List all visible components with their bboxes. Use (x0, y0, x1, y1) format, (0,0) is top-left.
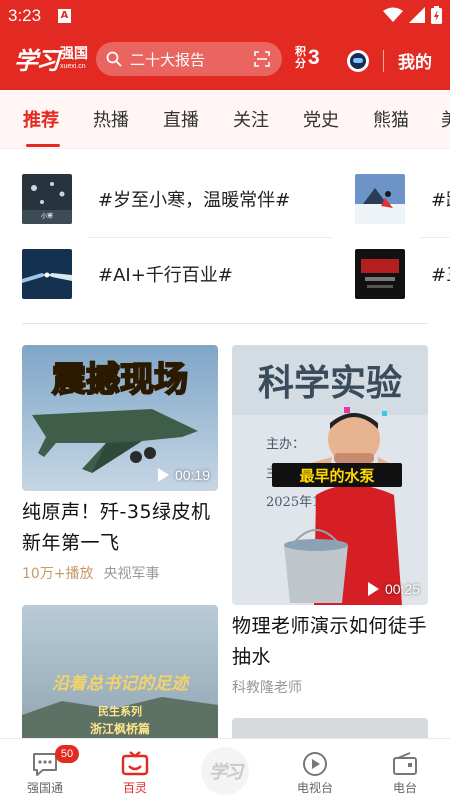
status-time: 3:23 (8, 6, 42, 25)
wifi-icon (383, 7, 403, 22)
mine-button[interactable]: 我的 (398, 48, 432, 73)
topic-thumbnail: 小寒 (22, 174, 72, 224)
nav-tv[interactable]: 电视台 (270, 739, 360, 801)
signal-icon (409, 7, 425, 23)
tab-follow[interactable]: 关注 (233, 106, 269, 132)
video-card[interactable]: 震撼现场 00:19 纯原声！歼-35绿皮机新年第一飞 10万+播放 央视军事 (22, 345, 218, 583)
points-label: 积分 (295, 45, 306, 70)
video-source[interactable]: 科教隆老师 (232, 677, 302, 697)
video-duration: 00:25 (367, 581, 420, 597)
app-header: 3:23 A 学习 强国 xuexi.cn 二十大报告 积分 3 我的 (0, 0, 450, 90)
tv-play-icon (303, 752, 327, 776)
topic-item[interactable]: #踢 (355, 173, 450, 225)
thumbnail-overlay-text: 科学实验 (258, 362, 402, 404)
thumbnail-overlay-text: 沿着总书记的足迹 (52, 674, 191, 694)
video-thumbnail[interactable]: 震撼现场 00:19 (22, 345, 218, 491)
video-source[interactable]: 央视军事 (104, 563, 160, 583)
logo-name: 强国 (60, 45, 88, 62)
avatar[interactable] (347, 50, 369, 72)
status-bar: 3:23 A (0, 0, 450, 32)
logo-script: 学习 (14, 45, 60, 75)
video-title[interactable]: 物理老师演示如何徒手抽水 (232, 611, 428, 673)
video-meta: 科教隆老师 (232, 677, 428, 697)
topic-item[interactable]: #三 (355, 248, 450, 300)
search-placeholder: 二十大报告 (130, 50, 206, 69)
active-tab-indicator (26, 144, 60, 147)
topic-thumbnail (355, 249, 405, 299)
video-duration: 00:19 (157, 467, 210, 483)
tab-party-history[interactable]: 党史 (303, 106, 339, 132)
svg-text:小寒: 小寒 (41, 212, 53, 220)
video-thumbnail[interactable]: 沿着总书记的足迹 民生系列 浙江枫桥篇 (22, 605, 218, 745)
play-icon (367, 582, 379, 596)
battery-icon (431, 6, 442, 24)
points-button[interactable]: 积分 3 (295, 46, 320, 70)
app-logo[interactable]: 学习 强国 xuexi.cn (14, 40, 88, 76)
tab-hot[interactable]: 热播 (93, 106, 129, 132)
svg-text:2025年1: 2025年1 (266, 495, 320, 510)
xuexi-logo-icon: 学习 (201, 747, 249, 795)
topic-item[interactable]: #AI+千行百业# (22, 248, 233, 300)
thumbnail-overlay-text: 震撼现场 (52, 360, 188, 400)
search-bar[interactable]: 二十大报告 (96, 42, 282, 76)
tab-recommend[interactable]: 推荐 (23, 106, 59, 132)
tab-live[interactable]: 直播 (163, 106, 199, 132)
search-icon (106, 51, 122, 67)
system-icons (383, 6, 442, 24)
video-title[interactable]: 纯原声！歼-35绿皮机新年第一飞 (22, 497, 218, 559)
scan-icon[interactable] (254, 51, 270, 67)
app-bar: 学习 强国 xuexi.cn 二十大报告 积分 3 我的 (0, 38, 450, 82)
svg-text:浙江枫桥篇: 浙江枫桥篇 (90, 721, 150, 736)
nav-xuexi-home[interactable]: 学习 (180, 739, 270, 801)
play-icon (157, 468, 169, 482)
bottom-navigation: 强国通 50 百灵 学习 电视台 电台 (0, 738, 450, 801)
nav-radio[interactable]: 电台 (360, 739, 450, 801)
bailing-icon (121, 751, 149, 776)
svg-text:主办：: 主办： (266, 437, 305, 452)
unread-badge: 50 (55, 745, 79, 763)
topic-thumbnail (355, 174, 405, 224)
video-card[interactable]: 沿着总书记的足迹 民生系列 浙江枫桥篇 (22, 605, 218, 745)
svg-text:民生系列: 民生系列 (98, 704, 142, 718)
nav-bailing[interactable]: 百灵 (90, 739, 180, 801)
nav-qiangguotong[interactable]: 强国通 50 (0, 739, 90, 801)
topic-text: #三 (431, 265, 450, 286)
topic-item[interactable]: 小寒 #岁至小寒，温暖常伴# (22, 173, 290, 225)
topic-text: #踢 (431, 190, 450, 211)
notification-a-icon: A (58, 9, 71, 23)
topic-text: #岁至小寒，温暖常伴# (98, 190, 291, 211)
video-meta: 10万+播放 央视军事 (22, 563, 218, 583)
section-divider (22, 323, 428, 324)
video-thumbnail[interactable]: 科学实验 主办： 主 2025年1 最早的水泵 (232, 345, 428, 605)
radio-icon (393, 752, 417, 775)
logo-url: xuexi.cn (60, 62, 86, 70)
caption-text: 最早的水泵 (299, 467, 374, 485)
tab-panda[interactable]: 熊猫 (373, 106, 409, 132)
topic-text: #AI+千行百业# (98, 265, 233, 286)
tab-more[interactable]: 美 (441, 106, 450, 132)
category-tabs: 推荐 热播 直播 关注 党史 熊猫 美 (0, 90, 450, 148)
header-divider (383, 50, 384, 72)
points-value: 3 (308, 46, 320, 69)
video-card[interactable]: 科学实验 主办： 主 2025年1 最早的水泵 (232, 345, 428, 697)
app-screen: 3:23 A 学习 强国 xuexi.cn 二十大报告 积分 3 我的 推荐 热… (0, 0, 450, 801)
play-count: 10万+播放 (22, 566, 94, 582)
topic-thumbnail (22, 249, 72, 299)
